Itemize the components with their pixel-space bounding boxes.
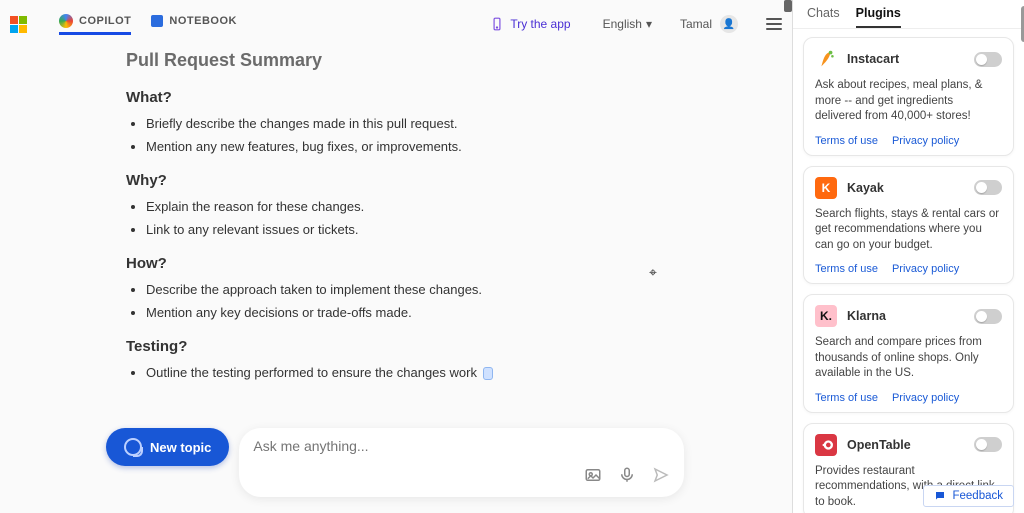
main-scrollbar-thumb[interactable]	[784, 0, 792, 12]
feedback-label: Feedback	[952, 490, 1003, 502]
menu-button[interactable]	[766, 18, 782, 30]
plugin-name: OpenTable	[847, 438, 964, 452]
language-select[interactable]: English ▾	[603, 17, 652, 31]
mode-notebook-label: NOTEBOOK	[169, 15, 237, 27]
kayak-logo-icon: K	[815, 177, 837, 199]
plugin-card-instacart: Instacart Ask about recipes, meal plans,…	[803, 37, 1014, 156]
plugin-desc: Search flights, stays & rental cars or g…	[815, 207, 1002, 254]
composer	[239, 428, 684, 497]
text-cursor-indicator-icon	[483, 367, 493, 380]
opentable-logo-icon	[815, 434, 837, 456]
plugin-desc: Ask about recipes, meal plans, & more --…	[815, 78, 1002, 125]
try-app-link[interactable]: Try the app	[490, 17, 570, 31]
mode-copilot-label: COPILOT	[79, 15, 131, 27]
privacy-link[interactable]: Privacy policy	[892, 135, 959, 147]
new-topic-label: New topic	[150, 440, 211, 455]
tos-link[interactable]: Terms of use	[815, 263, 878, 275]
tos-link[interactable]: Terms of use	[815, 135, 878, 147]
tos-link[interactable]: Terms of use	[815, 392, 878, 404]
plugin-card-kayak: K Kayak Search flights, stays & rental c…	[803, 166, 1014, 285]
plugin-toggle[interactable]	[974, 309, 1002, 324]
instacart-logo-icon	[815, 48, 837, 70]
section-heading: Why?	[126, 172, 792, 189]
plugin-name: Instacart	[847, 52, 964, 66]
copilot-logo-icon	[59, 14, 73, 28]
side-scrollbar[interactable]	[1020, 0, 1024, 513]
microsoft-logo-icon	[10, 16, 27, 33]
tab-plugins[interactable]: Plugins	[856, 6, 901, 28]
tab-chats[interactable]: Chats	[807, 6, 840, 28]
mic-icon[interactable]	[618, 466, 636, 489]
feedback-button[interactable]: Feedback	[923, 485, 1014, 507]
side-panel: Chats Plugins Instacart Ask about recipe…	[792, 0, 1024, 513]
language-label: English	[603, 17, 642, 31]
plugin-card-klarna: K. Klarna Search and compare prices from…	[803, 294, 1014, 413]
plugin-name: Klarna	[847, 309, 964, 323]
privacy-link[interactable]: Privacy policy	[892, 263, 959, 275]
section-heading: Testing?	[126, 338, 792, 355]
phone-icon	[490, 17, 504, 31]
section-heading: What?	[126, 89, 792, 106]
list-item: Describe the approach taken to implement…	[146, 282, 792, 297]
plugin-toggle[interactable]	[974, 52, 1002, 67]
list-item: Explain the reason for these changes.	[146, 199, 792, 214]
list-item: Mention any key decisions or trade-offs …	[146, 305, 792, 320]
chat-input[interactable]	[253, 438, 670, 454]
page-title: Pull Request Summary	[126, 50, 792, 71]
notebook-logo-icon	[151, 15, 163, 27]
new-topic-button[interactable]: New topic	[106, 428, 229, 466]
try-app-label: Try the app	[510, 17, 570, 31]
user-name: Tamal	[680, 17, 712, 31]
plugin-toggle[interactable]	[974, 180, 1002, 195]
avatar-icon[interactable]: 👤	[720, 15, 738, 33]
mode-notebook-tab[interactable]: NOTEBOOK	[151, 15, 237, 34]
new-topic-icon	[124, 438, 142, 456]
plugin-toggle[interactable]	[974, 437, 1002, 452]
list-item: Briefly describe the changes made in thi…	[146, 116, 792, 131]
mode-copilot-tab[interactable]: COPILOT	[59, 14, 131, 35]
klarna-logo-icon: K.	[815, 305, 837, 327]
privacy-link[interactable]: Privacy policy	[892, 392, 959, 404]
chevron-down-icon: ▾	[646, 17, 652, 31]
plugin-name: Kayak	[847, 181, 964, 195]
image-input-icon[interactable]	[584, 466, 602, 489]
send-icon[interactable]	[652, 466, 670, 489]
feedback-icon	[934, 490, 946, 502]
topbar: COPILOT NOTEBOOK Try the app English ▾ T…	[0, 0, 792, 48]
list-item: Mention any new features, bug fixes, or …	[146, 139, 792, 154]
plugin-desc: Search and compare prices from thousands…	[815, 335, 1002, 382]
list-item: Link to any relevant issues or tickets.	[146, 222, 792, 237]
list-item: Outline the testing performed to ensure …	[146, 365, 792, 380]
section-heading: How?	[126, 255, 792, 272]
